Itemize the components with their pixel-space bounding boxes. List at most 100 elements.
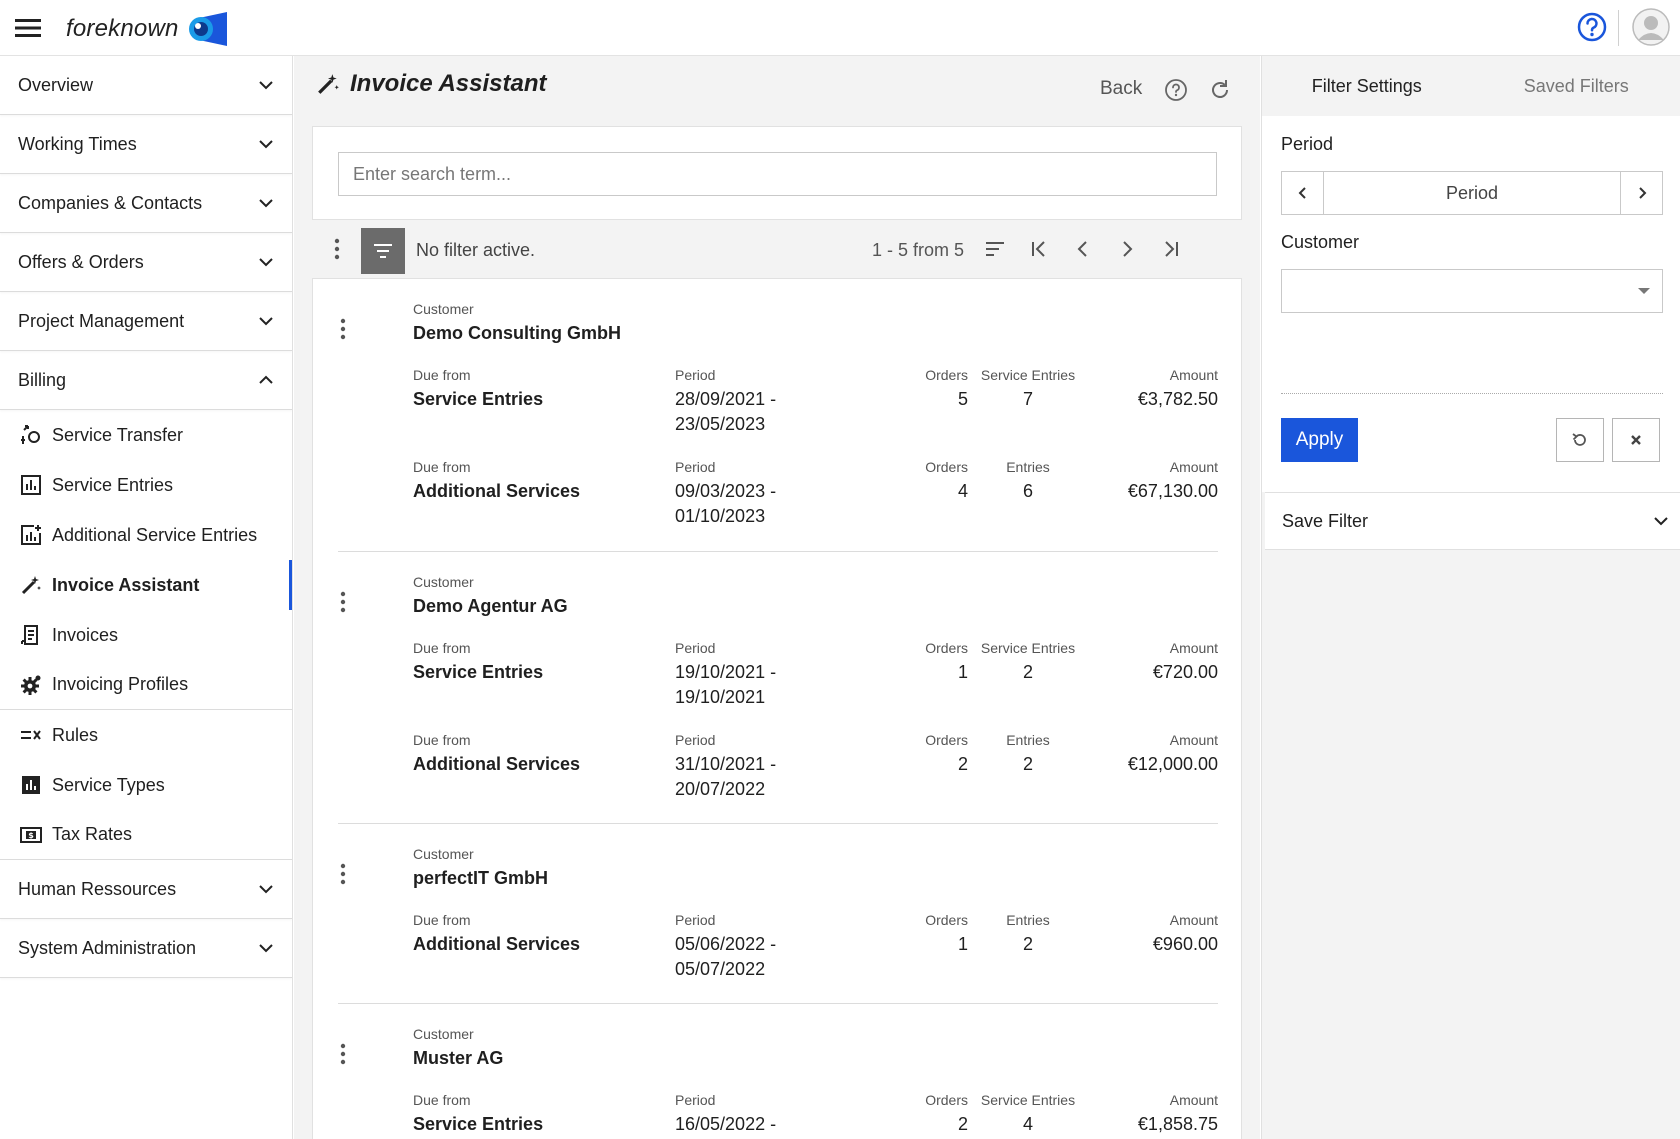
list-item: Customer Demo Agentur AG Due from Servic… <box>338 552 1218 824</box>
search-input[interactable] <box>338 152 1217 196</box>
sidebar-item-label: Additional Service Entries <box>52 524 258 545</box>
sidebar-item-invoice-assistant[interactable]: Invoice Assistant <box>0 560 292 610</box>
chevron-left-icon <box>1298 187 1306 199</box>
reset-button[interactable] <box>1556 418 1604 462</box>
amount-value: €12,000.00 <box>1127 754 1218 774</box>
due-from-label: Due from <box>413 912 471 928</box>
period-value: 28/09/2021 -23/05/2023 <box>675 389 777 434</box>
due-from-value: Additional Services <box>413 934 581 954</box>
sidebar-section-offers-orders[interactable]: Offers & Orders <box>0 233 292 292</box>
sidebar-item-invoices[interactable]: Invoices <box>0 610 292 660</box>
entries-label: Entries <box>1006 912 1050 928</box>
sidebar-item-label: Service Entries <box>52 474 174 495</box>
sidebar-section-label: System Administration <box>18 937 197 958</box>
more-options-icon[interactable] <box>338 590 348 614</box>
next-page-icon[interactable] <box>1116 238 1138 260</box>
more-options-icon[interactable] <box>338 862 348 886</box>
sidebar-item-invoicing-profiles[interactable]: Invoicing Profiles <box>0 660 292 710</box>
pager-info: 1 - 5 from 5 <box>872 240 965 260</box>
back-button[interactable]: Back <box>1100 78 1142 100</box>
entries-label: Service Entries <box>980 1092 1076 1108</box>
orders-label: Orders <box>925 459 968 475</box>
prev-page-icon[interactable] <box>1072 238 1094 260</box>
amount-label: Amount <box>1169 732 1218 748</box>
period-value: 19/10/2021 -19/10/2021 <box>675 662 777 707</box>
refresh-icon[interactable] <box>1208 78 1232 102</box>
logo[interactable]: foreknown <box>66 10 229 48</box>
more-options-icon[interactable] <box>338 317 348 341</box>
service-transfer-icon <box>20 424 42 446</box>
orders-value: 1 <box>957 662 968 682</box>
sort-icon[interactable] <box>984 238 1006 260</box>
customer-name[interactable]: Demo Agentur AG <box>413 596 568 617</box>
chevron-down-icon <box>259 944 273 953</box>
save-filter-label: Save Filter <box>1282 510 1369 531</box>
top-bar: foreknown <box>0 0 1680 56</box>
period-prev-button[interactable] <box>1282 172 1324 214</box>
logo-mark-icon <box>185 10 229 48</box>
help-circle-icon[interactable] <box>1164 78 1188 102</box>
sidebar-item-label: Service Transfer <box>52 424 184 445</box>
amount-label: Amount <box>1169 912 1218 928</box>
due-from-value: Service Entries <box>413 662 544 682</box>
filter-panel: Filter Settings Saved Filters Period Per… <box>1261 56 1680 1139</box>
sidebar-item-label: Tax Rates <box>52 824 133 844</box>
help-icon[interactable] <box>1576 11 1608 43</box>
menu-icon[interactable] <box>14 14 44 42</box>
clear-button[interactable] <box>1612 418 1660 462</box>
sidebar-section-label: Companies & Contacts <box>18 192 203 213</box>
due-from-label: Due from <box>413 367 471 383</box>
customer-select[interactable] <box>1281 269 1663 313</box>
avatar[interactable] <box>1632 8 1670 46</box>
gear-icon <box>20 674 42 696</box>
orders-label: Orders <box>925 1092 968 1108</box>
filter-button[interactable] <box>361 228 405 274</box>
sidebar-item-label: Invoicing Profiles <box>52 674 189 694</box>
period-value: 05/06/2022 -05/07/2022 <box>675 934 777 979</box>
sidebar-item-service-types[interactable]: Service Types <box>0 760 292 810</box>
divider <box>1281 393 1663 394</box>
tab-filter-settings[interactable]: Filter Settings <box>1262 56 1472 116</box>
sidebar-section-working-times[interactable]: Working Times <box>0 115 292 174</box>
sidebar-item-service-entries[interactable]: Service Entries <box>0 460 292 510</box>
sidebar-section-project-management[interactable]: Project Management <box>0 292 292 351</box>
close-icon <box>1631 435 1641 445</box>
last-page-icon[interactable] <box>1160 238 1182 260</box>
filter-status: No filter active. <box>416 240 536 260</box>
dollar-box-icon: $ <box>20 824 42 846</box>
due-from-label: Due from <box>413 1092 471 1108</box>
sidebar-section-billing[interactable]: Billing <box>0 351 292 410</box>
orders-value: 5 <box>957 389 968 409</box>
sidebar-section-system-administration[interactable]: System Administration <box>0 919 292 978</box>
period-next-button[interactable] <box>1620 172 1662 214</box>
period-select[interactable]: Period <box>1324 172 1620 214</box>
orders-value: 4 <box>957 481 968 501</box>
sidebar-section-human-ressources[interactable]: Human Ressources <box>0 860 292 919</box>
period-label: Period <box>675 912 716 928</box>
sidebar-section-overview[interactable]: Overview <box>0 56 292 115</box>
tab-saved-filters[interactable]: Saved Filters <box>1472 56 1680 116</box>
more-options-icon[interactable] <box>338 1042 348 1066</box>
sidebar-section-label: Overview <box>18 74 94 95</box>
apply-button[interactable]: Apply <box>1281 418 1358 462</box>
sidebar-item-label: Invoices <box>52 624 119 645</box>
sidebar-item-service-transfer[interactable]: Service Transfer <box>0 410 292 460</box>
due-from-label: Due from <box>413 640 471 656</box>
customer-name[interactable]: Demo Consulting GmbH <box>413 323 621 344</box>
more-options-icon[interactable] <box>332 236 342 262</box>
sidebar-item-additional-service-entries[interactable]: Additional Service Entries <box>0 510 292 560</box>
save-filter-toggle[interactable]: Save Filter <box>1265 492 1680 550</box>
customer-name[interactable]: perfectIT GmbH <box>413 868 548 889</box>
sidebar-item-tax-rates[interactable]: $ Tax Rates <box>0 810 292 860</box>
period-label: Period <box>675 367 716 383</box>
caret-down-icon <box>1638 288 1650 294</box>
entries-value: 2 <box>1022 934 1033 954</box>
first-page-icon[interactable] <box>1028 238 1050 260</box>
customer-name[interactable]: Muster AG <box>413 1048 503 1069</box>
entries-value: 7 <box>1022 389 1033 409</box>
orders-label: Orders <box>925 367 968 383</box>
amount-value: €720.00 <box>1152 662 1218 682</box>
chevron-down-icon <box>259 81 273 90</box>
sidebar-section-companies-contacts[interactable]: Companies & Contacts <box>0 174 292 233</box>
sidebar-item-rules[interactable]: Rules <box>0 710 292 760</box>
